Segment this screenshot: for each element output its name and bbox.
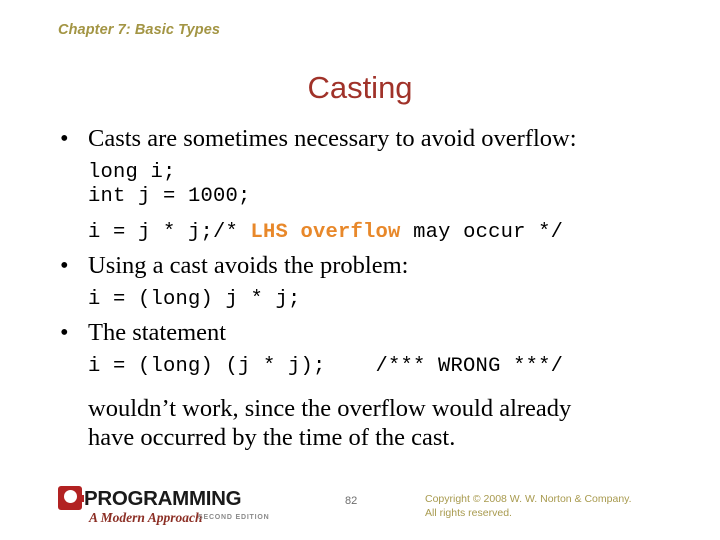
bullet-marker-icon: • [60,318,69,346]
code-overflow-prefix: i = j * j;/* [88,221,251,245]
slide-body: • Casts are sometimes necessary to avoid… [0,125,720,452]
bullet-item-2-text: Using a cast avoids the problem: [88,252,409,280]
trailing-text-line-1: wouldn’t work, since the overflow would … [88,394,572,422]
chapter-header: Chapter 7: Basic Types [58,22,221,38]
code-overflow-highlight: LHS overflow [250,221,401,245]
code-line-long-i: long i; [88,160,176,184]
slide: Chapter 7: Basic Types Casting • Casts a… [0,0,720,540]
bullet-item-1-text: Casts are sometimes necessary to avoid o… [88,125,577,152]
code-line-cast-correct: i = (long) j * j; [88,288,301,312]
logo-wordmark: PROGRAMMING [84,487,242,510]
book-logo: PROGRAMMING A Modern Approach SECOND EDI… [58,486,288,526]
copyright-line-2: All rights reserved. [425,506,512,519]
copyright-line-1: Copyright © 2008 W. W. Norton & Company. [425,493,632,505]
bullet-item-2: • Using a cast avoids the problem: [0,252,720,281]
bullet-item-3-text: The statement [88,318,227,346]
copyright-notice: Copyright © 2008 W. W. Norton & Company.… [425,493,632,521]
code-line-int-j: int j = 1000; [88,184,251,208]
code-line-overflow-comment: i = j * j;/* LHS overflow may occur */ [0,221,720,245]
code-line-cast-wrong: i = (long) (j * j); /*** WRONG ***/ [88,354,564,378]
code-overflow-suffix: may occur */ [400,221,564,245]
bullet-item-1: • Casts are sometimes necessary to avoid… [0,125,720,154]
logo-c-icon [58,486,84,510]
bullet-marker-icon: • [60,252,69,280]
logo-edition-label: SECOND EDITION [198,514,270,521]
logo-subtitle: A Modern Approach [89,510,203,525]
page-title: Casting [307,70,413,105]
bullet-marker-icon: • [60,125,69,152]
trailing-text-line-2: have occurred by the time of the cast. [88,423,456,451]
page-number: 82 [345,495,358,507]
bullet-item-3: • The statement [0,319,720,348]
slide-footer: PROGRAMMING A Modern Approach SECOND EDI… [0,484,720,540]
